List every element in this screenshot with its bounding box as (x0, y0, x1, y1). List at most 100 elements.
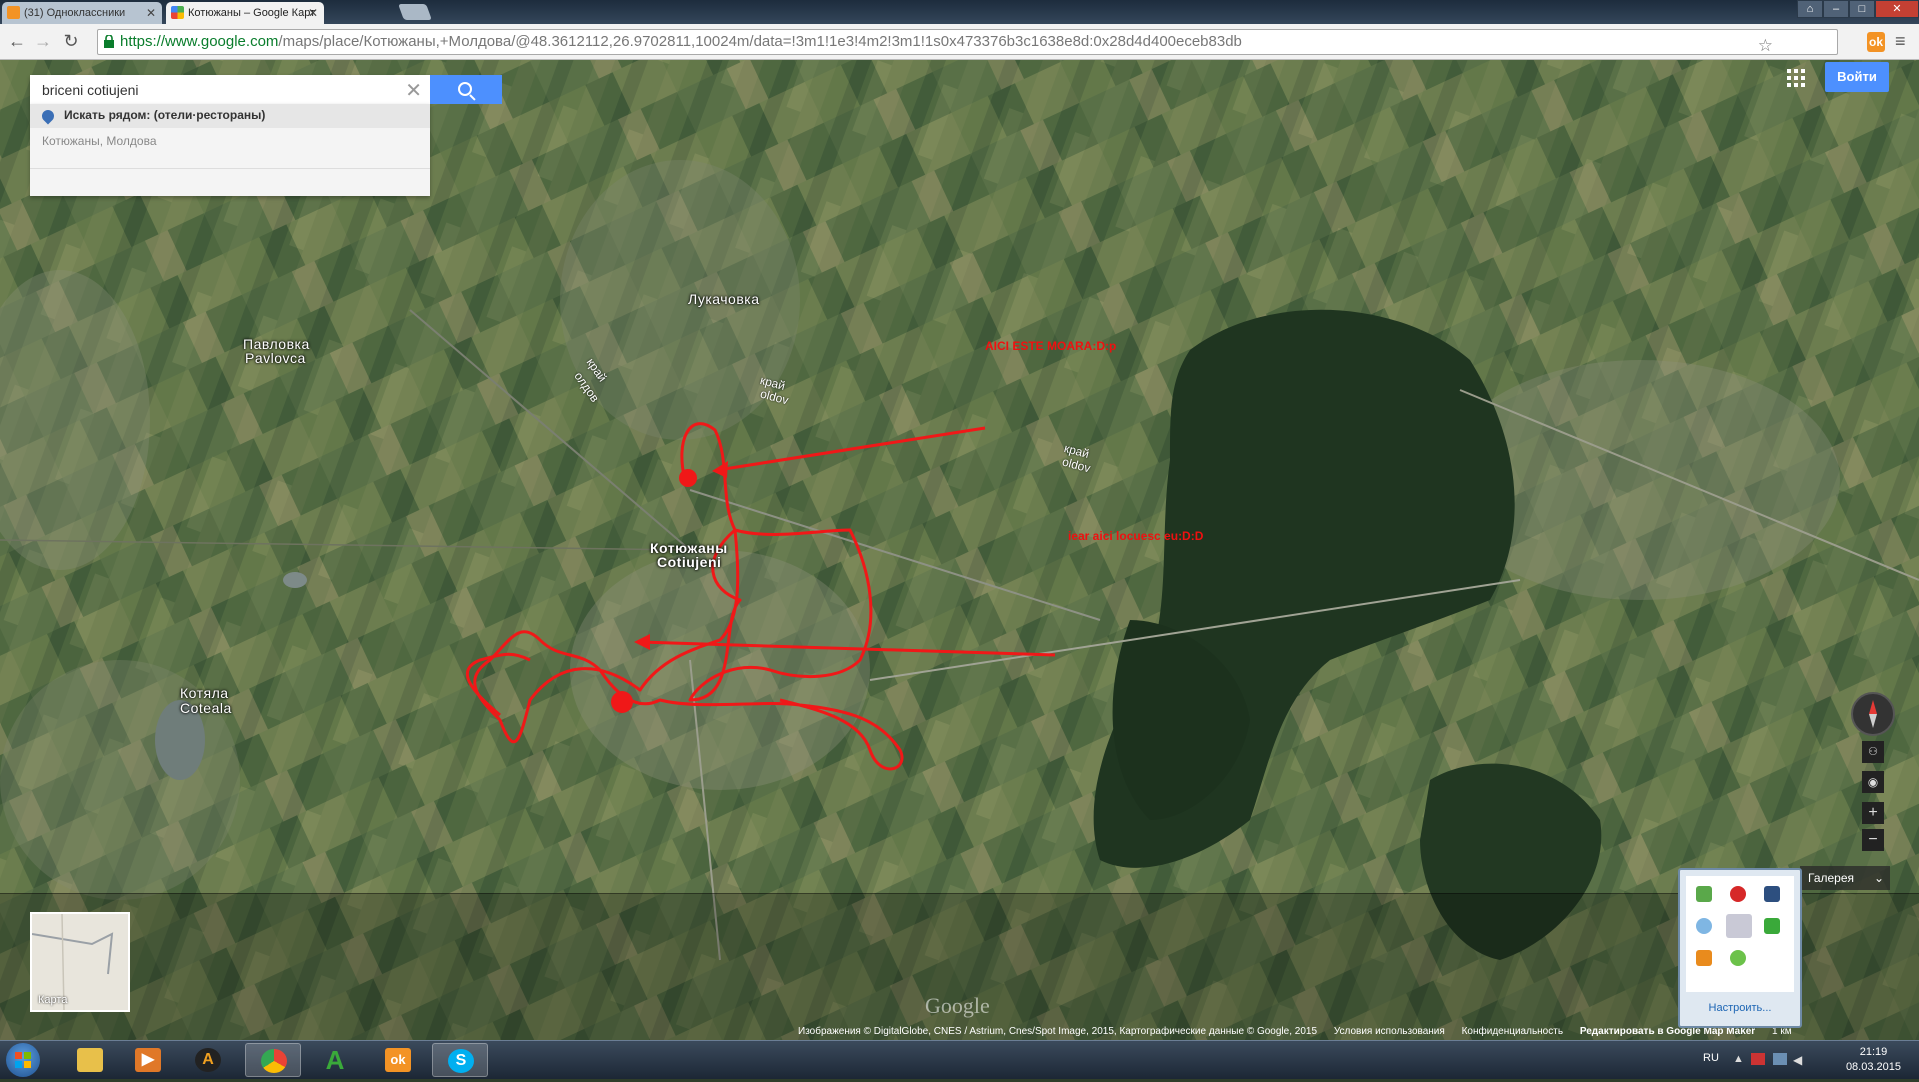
skype-icon[interactable]: S (432, 1043, 488, 1077)
suggestion-place-label: Котюжаны (42, 134, 100, 148)
battery-icon[interactable] (1773, 1053, 1787, 1065)
forward-icon[interactable]: → (32, 31, 54, 53)
media-icon[interactable] (1696, 950, 1712, 966)
url-host: https://www.google.com (120, 33, 279, 50)
browser-titlebar: (31) Одноклассники ✕ Котюжаны – Google К… (0, 0, 1919, 24)
search-icon (458, 82, 472, 96)
satellite-map[interactable]: Павловка Pavlovca Лукачовка Котюжаны Cot… (0, 60, 1919, 1040)
terms-link[interactable]: Условия использования (1334, 1026, 1445, 1037)
signin-button[interactable]: Войти (1825, 62, 1889, 92)
url-path: /maps/place/Котюжаны,+Молдова/@48.361211… (278, 33, 1242, 50)
search-input[interactable] (30, 75, 390, 104)
url-text: https://www.google.com/maps/place/Котюжа… (120, 30, 1242, 54)
taskbar-glyph: ok (385, 1048, 411, 1072)
clock-time: 21:19 (1859, 1046, 1888, 1058)
street-view-icon[interactable]: ⚇ (1862, 741, 1884, 763)
tray-customize-link[interactable]: Настроить... (1680, 1002, 1800, 1014)
google-maps-icon (171, 6, 184, 19)
search-button[interactable] (430, 75, 502, 104)
browser-toolbar: ← → ↻ https://www.google.com/maps/place/… (0, 24, 1919, 60)
chrome-icon[interactable] (245, 1043, 301, 1077)
place-label-lukachovka: Лукачовка (688, 291, 760, 307)
suggestion-place-region: , Молдова (99, 134, 157, 148)
privacy-link[interactable]: Конфиденциальность (1462, 1026, 1563, 1037)
windows-logo-icon (15, 1052, 31, 1068)
network-icon[interactable] (1751, 1053, 1765, 1065)
map-type-toggle[interactable]: Карта (30, 912, 130, 1012)
annotation-mill: AICI ESTE MOARA:D:p (985, 339, 1117, 353)
gallery-label: Галерея (1808, 871, 1855, 885)
tab-close-icon[interactable]: ✕ (146, 2, 156, 24)
tray-icons-panel (1686, 876, 1794, 992)
start-button[interactable] (6, 1043, 40, 1077)
place-label-coteala-ru: Котяла (180, 685, 229, 701)
show-hidden-icons[interactable]: ▲ (1733, 1053, 1744, 1065)
annotation-home: iear aici locuesc eu:D:D (1068, 529, 1204, 543)
maximize-button[interactable]: □ (1849, 0, 1875, 18)
compass-icon[interactable] (1851, 692, 1895, 736)
window-controls: ⌂ – □ ✕ (1797, 0, 1919, 18)
new-tab-button[interactable] (398, 4, 432, 20)
green-arrows-icon[interactable] (1730, 950, 1746, 966)
system-tray: RU ▲ ◀ 21:19 08.03.2015 (1689, 1041, 1919, 1080)
tab-odnoklassniki[interactable]: (31) Одноклассники ✕ (2, 2, 162, 24)
suggestion-nearby[interactable]: Искать рядом: (отели·рестораны) (30, 104, 430, 128)
reload-icon[interactable]: ↻ (60, 31, 82, 53)
volume-icon[interactable]: ◀ (1793, 1053, 1802, 1067)
language-indicator[interactable]: RU (1703, 1052, 1719, 1064)
clock-date: 08.03.2015 (1845, 1061, 1901, 1073)
explorer-icon[interactable] (62, 1043, 118, 1077)
close-window-button[interactable]: ✕ (1875, 0, 1919, 18)
clear-search-icon[interactable]: ✕ (405, 78, 422, 103)
suggestion-place[interactable]: Котюжаны, Молдова (42, 134, 157, 148)
back-icon[interactable]: ← (6, 31, 28, 53)
odnoklassniki-extension-icon[interactable]: ok (1867, 32, 1885, 52)
tab-title: Котюжаны – Google Карт (188, 7, 316, 19)
avast-icon[interactable]: A (307, 1043, 363, 1077)
odnoklassniki-icon[interactable]: ok (370, 1043, 426, 1077)
zoom-in-button[interactable]: + (1862, 802, 1884, 824)
tab-google-maps[interactable]: Котюжаны – Google Карт ✕ (166, 2, 324, 24)
taskbar-glyph: ▶ (135, 1048, 161, 1072)
taskbar-glyph (261, 1049, 287, 1073)
zoom-out-button[interactable]: − (1862, 829, 1884, 851)
aimp-icon[interactable]: A (180, 1043, 236, 1077)
avast-icon[interactable] (1764, 918, 1780, 934)
taskbar-glyph: S (448, 1049, 474, 1073)
address-bar[interactable]: https://www.google.com/maps/place/Котюжа… (97, 29, 1838, 55)
tab-close-icon[interactable]: ✕ (308, 2, 318, 24)
media-player-icon[interactable]: ▶ (120, 1043, 176, 1077)
my-location-icon[interactable]: ◉ (1862, 771, 1884, 793)
search-box: ✕ (30, 75, 430, 104)
clock[interactable]: 21:19 08.03.2015 (1846, 1045, 1901, 1075)
place-label-coteala-ro: Coteala (180, 700, 232, 716)
gallery-toggle[interactable]: Галерея ⌄ (1800, 866, 1890, 890)
taskbar-glyph (77, 1048, 103, 1072)
suggestion-nearby-label: Искать рядом: (отели·рестораны) (64, 108, 266, 122)
place-label-pavlovca-ro: Pavlovca (245, 350, 306, 366)
tray-overflow-popup: Настроить... (1678, 868, 1802, 1028)
attribution-text: Изображения © DigitalGlobe, CNES / Astri… (798, 1026, 1318, 1037)
windows-taskbar: ▶ A A ok S RU ▲ ◀ 21:19 08.03.2015 (0, 1040, 1919, 1079)
opera-icon[interactable] (1730, 886, 1746, 902)
divider (30, 168, 430, 169)
tab-title: (31) Одноклассники (24, 7, 126, 19)
minimize-button[interactable]: – (1823, 0, 1849, 18)
user-icon[interactable]: ⌂ (1797, 0, 1823, 18)
pen-icon[interactable] (1726, 914, 1752, 938)
bookmark-star-icon[interactable]: ☆ (1758, 36, 1773, 56)
monitor-icon[interactable] (1764, 886, 1780, 902)
search-suggestions: Искать рядом: (отели·рестораны) Котюжаны… (30, 104, 430, 196)
pin-icon (39, 107, 57, 125)
apps-grid-icon[interactable] (1787, 69, 1805, 87)
water-icon[interactable] (1696, 918, 1712, 934)
chevron-down-icon: ⌄ (1873, 871, 1884, 885)
chrome-menu-icon[interactable]: ≡ (1895, 31, 1911, 52)
google-logo: Google (925, 993, 990, 1018)
odnoklassniki-icon (7, 6, 20, 19)
place-label-cotiujeni-ro: Cotiujeni (657, 554, 722, 570)
taskbar-glyph: A (325, 1045, 345, 1075)
green-icon[interactable] (1696, 886, 1712, 902)
taskbar-glyph: A (195, 1048, 221, 1072)
minimap-label: Карта (38, 994, 68, 1006)
